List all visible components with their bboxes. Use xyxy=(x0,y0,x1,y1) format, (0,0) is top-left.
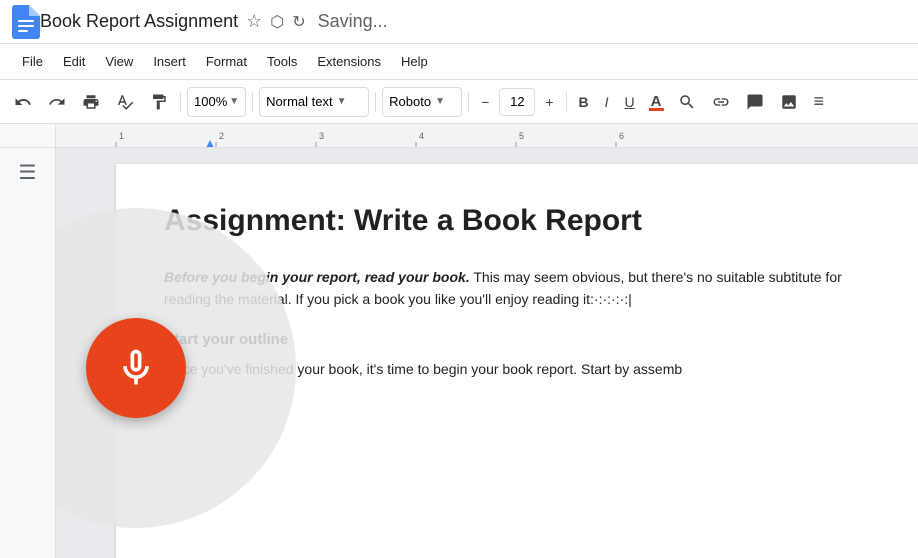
zoom-value: 100% xyxy=(194,94,227,109)
font-chevron: ▼ xyxy=(435,96,445,107)
title-bar: Book Report Assignment ☆ ⬡ ↻ Saving... xyxy=(0,0,918,44)
bold-button[interactable]: B xyxy=(573,90,595,114)
print-button[interactable] xyxy=(76,89,106,115)
main-area: ☰ Assignment: Write a Book Report Before… xyxy=(0,148,918,558)
svg-text:3: 3 xyxy=(319,131,324,141)
divider-3 xyxy=(375,92,376,112)
divider-4 xyxy=(468,92,469,112)
voice-record-button[interactable] xyxy=(86,318,186,418)
font-color-button[interactable]: A xyxy=(645,89,668,114)
style-chevron: ▼ xyxy=(337,96,347,107)
menu-tools[interactable]: Tools xyxy=(257,50,307,73)
star-icon[interactable]: ☆ xyxy=(246,11,262,32)
folder-icon[interactable]: ⬡ xyxy=(270,12,284,32)
svg-text:5: 5 xyxy=(519,131,524,141)
zoom-selector[interactable]: 100% ▼ xyxy=(187,87,246,117)
font-size-input[interactable]: 12 xyxy=(499,88,535,116)
font-selector[interactable]: Roboto ▼ xyxy=(382,87,462,117)
doc-area: Assignment: Write a Book Report Before y… xyxy=(56,148,918,558)
sidebar: ☰ xyxy=(0,148,56,558)
more-options-button[interactable]: ≡ xyxy=(808,87,831,116)
redo-button[interactable] xyxy=(42,89,72,115)
text-style-label: Normal text xyxy=(266,94,332,109)
menu-format[interactable]: Format xyxy=(196,50,257,73)
document-title: Book Report Assignment xyxy=(40,11,238,32)
title-icons: ☆ ⬡ ↻ Saving... xyxy=(246,11,388,32)
menu-view[interactable]: View xyxy=(95,50,143,73)
outline-icon[interactable]: ☰ xyxy=(19,160,37,185)
menu-extensions[interactable]: Extensions xyxy=(307,50,391,73)
svg-text:1: 1 xyxy=(119,131,124,141)
underline-button[interactable]: U xyxy=(619,90,641,114)
ruler-content: 1 2 3 4 5 6 xyxy=(56,124,918,147)
spellcheck-button[interactable] xyxy=(110,89,140,115)
cloud-icon[interactable]: ↻ xyxy=(292,12,305,32)
ruler: 1 2 3 4 5 6 xyxy=(0,124,918,148)
divider-1 xyxy=(180,92,181,112)
gdoc-icon xyxy=(12,5,40,39)
saving-status: Saving... xyxy=(318,11,388,32)
zoom-chevron: ▼ xyxy=(229,96,239,107)
text-style-selector[interactable]: Normal text ▼ xyxy=(259,87,369,117)
italic-button[interactable]: I xyxy=(599,90,615,114)
decrease-fontsize-button[interactable]: − xyxy=(475,90,495,114)
menu-insert[interactable]: Insert xyxy=(143,50,196,73)
microphone-icon xyxy=(114,346,158,390)
insert-image-button[interactable] xyxy=(774,89,804,115)
svg-text:2: 2 xyxy=(219,131,224,141)
doc-heading: Assignment: Write a Book Report xyxy=(164,204,870,238)
undo-button[interactable] xyxy=(8,89,38,115)
divider-2 xyxy=(252,92,253,112)
increase-fontsize-button[interactable]: + xyxy=(539,90,559,114)
menu-file[interactable]: File xyxy=(12,50,53,73)
toolbar: 100% ▼ Normal text ▼ Roboto ▼ − 12 + B I… xyxy=(0,80,918,124)
font-label: Roboto xyxy=(389,94,431,109)
svg-text:4: 4 xyxy=(419,131,424,141)
comment-button[interactable] xyxy=(740,89,770,115)
svg-text:6: 6 xyxy=(619,131,624,141)
paintformat-button[interactable] xyxy=(144,89,174,115)
menu-help[interactable]: Help xyxy=(391,50,438,73)
menu-edit[interactable]: Edit xyxy=(53,50,95,73)
highlight-button[interactable] xyxy=(672,89,702,115)
link-button[interactable] xyxy=(706,89,736,115)
menu-bar: File Edit View Insert Format Tools Exten… xyxy=(0,44,918,80)
divider-5 xyxy=(566,92,567,112)
